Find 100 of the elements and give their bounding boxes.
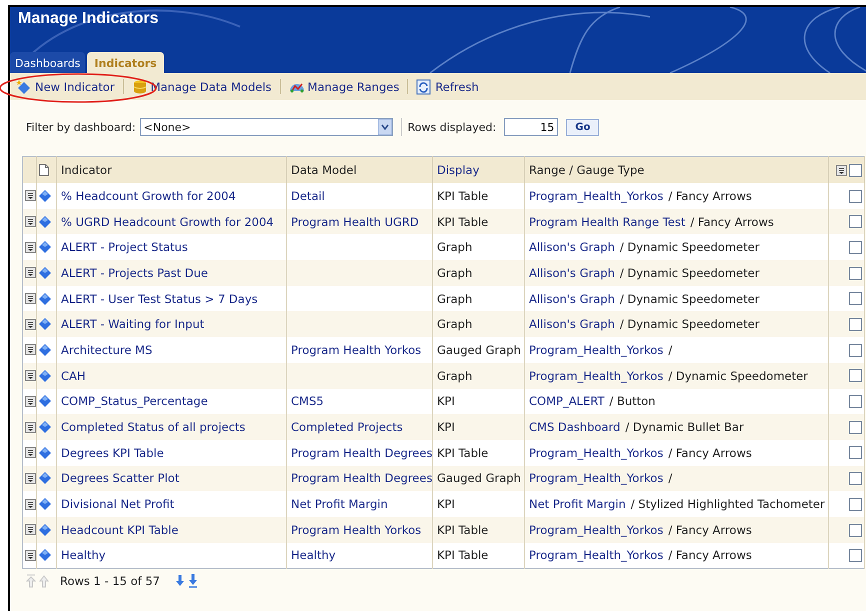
gauge-type-text: / Stylized Highlighted Tachometer	[630, 497, 825, 512]
checkbox[interactable]	[849, 446, 862, 460]
checkbox[interactable]	[849, 318, 862, 332]
pager-text: Rows 1 - 15 of 57	[60, 574, 160, 588]
range-link[interactable]: Program_Health_Yorkos	[529, 342, 664, 357]
diamond-icon	[39, 446, 51, 459]
checkbox[interactable]	[849, 549, 862, 562]
column-header[interactable]: Indicator	[61, 163, 112, 177]
dropdown-menu-icon	[25, 216, 36, 228]
gauge-type-text: / Dynamic Speedometer	[620, 240, 760, 254]
gauge-type-text: / Fancy Arrows	[668, 522, 752, 537]
indicator-link[interactable]: Healthy	[61, 548, 106, 562]
range-link[interactable]: Allison's Graph	[529, 317, 615, 332]
gauge-type-text: / Dynamic Speedometer	[620, 266, 760, 280]
diamond-icon	[39, 472, 51, 484]
range-link[interactable]: Program_Health_Yorkos	[529, 368, 664, 383]
indicator-link[interactable]: % Headcount Growth for 2004	[61, 188, 236, 203]
data-model-link[interactable]: Healthy	[291, 548, 336, 562]
dropdown-menu-icon	[25, 472, 36, 484]
indicator-link[interactable]: ALERT - User Test Status > 7 Days	[61, 292, 258, 306]
up-arrow-icon	[39, 574, 49, 588]
dropdown-menu-icon	[25, 293, 36, 304]
range-link[interactable]: Program Health Range Test	[529, 214, 686, 229]
dropdown-menu-icon	[25, 550, 36, 561]
gauge-type-text: / Button	[609, 394, 656, 408]
filter-label: Filter by dashboard:	[26, 120, 136, 134]
checkbox[interactable]	[849, 292, 862, 306]
data-model-link[interactable]: Program Health Degrees	[291, 446, 432, 460]
diamond-icon	[39, 421, 51, 434]
range-link[interactable]: Program_Health_Yorkos	[529, 188, 664, 203]
diamond-icon	[39, 241, 51, 254]
range-link[interactable]: COMP_ALERT	[529, 394, 604, 408]
dropdown-menu-icon	[25, 422, 36, 433]
gauge-type-text: / Fancy Arrows	[668, 188, 752, 203]
dashboard-dropdown[interactable]: <None>	[140, 118, 393, 136]
table-cell: Gauged Graph	[437, 342, 521, 357]
table-cell: Graph	[437, 368, 472, 383]
last-page-icon	[188, 574, 198, 588]
dropdown-menu-icon	[25, 318, 36, 330]
range-link[interactable]: Net Profit Margin	[529, 497, 626, 512]
table-cell: Graph	[437, 240, 472, 254]
data-model-link[interactable]: Program Health Yorkos	[291, 342, 422, 357]
range-link[interactable]: Program_Health_Yorkos	[529, 446, 664, 460]
checkbox[interactable]	[849, 266, 862, 280]
go-button[interactable]: Go	[566, 118, 600, 136]
gauge-type-text: / Fancy Arrows	[690, 214, 774, 229]
dropdown-menu-icon	[25, 242, 36, 253]
dropdown-menu-icon	[25, 498, 36, 510]
toolbar-button[interactable]: Refresh	[414, 78, 481, 94]
checkbox[interactable]	[849, 395, 862, 408]
data-model-link[interactable]: Detail	[291, 188, 325, 203]
checkbox[interactable]	[849, 240, 862, 254]
diamond-icon	[39, 549, 51, 562]
checkbox[interactable]	[849, 420, 862, 434]
sparkle-diamond-icon	[16, 78, 32, 94]
gauge-type-text: / Dynamic Bullet Bar	[625, 420, 744, 434]
tab[interactable]: Dashboards	[10, 52, 86, 73]
data-model-link[interactable]: Net Profit Margin	[291, 497, 388, 512]
checkbox[interactable]	[849, 524, 862, 537]
table-cell: Gauged Graph	[437, 471, 521, 486]
gauge-type-text: / Fancy Arrows	[668, 446, 752, 460]
diamond-icon	[39, 216, 51, 228]
range-link[interactable]: Allison's Graph	[529, 292, 615, 306]
table-cell: KPI Table	[437, 522, 488, 537]
table-cell: KPI	[437, 497, 455, 512]
indicator-link[interactable]: CAH	[61, 368, 86, 383]
indicator-link[interactable]: ALERT - Project Status	[61, 240, 188, 254]
range-link[interactable]: Program_Health_Yorkos	[529, 548, 664, 562]
first-page-icon	[26, 574, 36, 588]
dropdown-menu-icon	[25, 190, 36, 202]
diamond-icon	[39, 524, 51, 536]
range-link[interactable]: Program_Health_Yorkos	[529, 522, 664, 537]
gauge-type-text: /	[668, 471, 672, 486]
table-cell: KPI Table	[437, 548, 488, 562]
toolbar-button[interactable]: Manage Ranges	[286, 78, 402, 94]
checkbox[interactable]	[849, 344, 862, 357]
range-link[interactable]: Program_Health_Yorkos	[529, 471, 664, 486]
checkbox[interactable]	[849, 369, 862, 382]
rows-field[interactable]: 15	[504, 118, 558, 136]
diamond-icon	[39, 318, 51, 330]
checkbox[interactable]	[849, 164, 862, 176]
gauge-type-text: /	[668, 342, 672, 357]
indicator-link[interactable]: Architecture MS	[61, 342, 152, 357]
document-icon	[39, 164, 49, 176]
dropdown-menu-icon	[25, 344, 36, 356]
checkbox[interactable]	[849, 190, 862, 203]
indicator-link[interactable]: COMP_Status_Percentage	[61, 394, 208, 408]
range-link[interactable]: CMS Dashboard	[529, 420, 620, 434]
checkbox[interactable]	[849, 498, 862, 511]
table-cell: Graph	[437, 317, 472, 332]
dropdown-menu-icon	[25, 447, 36, 458]
range-link[interactable]: Allison's Graph	[529, 240, 615, 254]
checkbox[interactable]	[849, 472, 862, 486]
table-cell: KPI	[437, 420, 455, 434]
indicator-link[interactable]: Degrees KPI Table	[61, 446, 164, 460]
gauge-type-text: / Dynamic Speedometer	[620, 292, 760, 306]
data-model-link[interactable]: CMS5	[291, 394, 324, 408]
indicator-link[interactable]: Divisional Net Profit	[61, 497, 174, 512]
checkbox[interactable]	[849, 215, 862, 228]
range-link[interactable]: Allison's Graph	[529, 266, 615, 280]
